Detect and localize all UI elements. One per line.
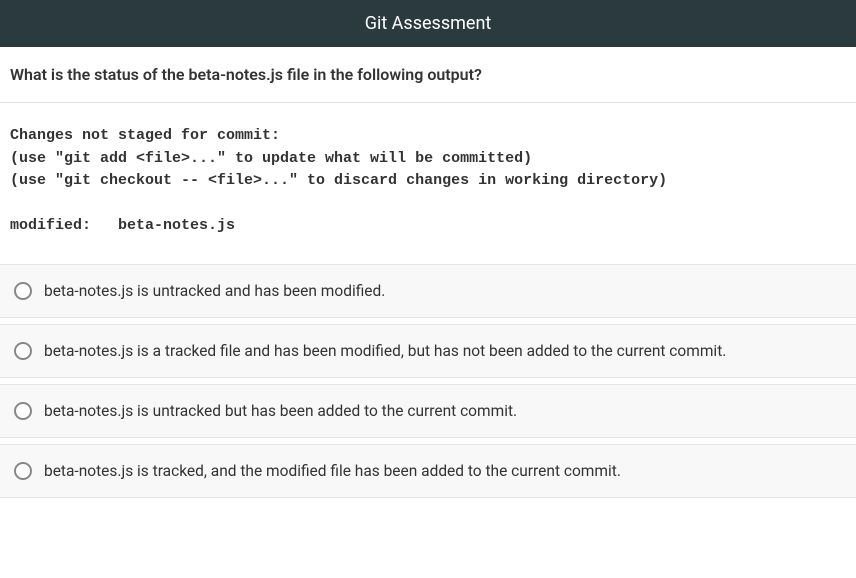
radio-icon xyxy=(14,342,32,360)
option-4[interactable]: beta-notes.js is tracked, and the modifi… xyxy=(0,444,856,498)
radio-icon xyxy=(14,462,32,480)
code-line-2: (use "git add <file>..." to update what … xyxy=(10,150,532,167)
radio-icon xyxy=(14,402,32,420)
assessment-header: Git Assessment xyxy=(0,0,856,47)
code-line-5: modified: beta-notes.js xyxy=(10,217,235,234)
option-2[interactable]: beta-notes.js is a tracked file and has … xyxy=(0,324,856,378)
option-label: beta-notes.js is untracked but has been … xyxy=(44,402,517,420)
code-output: Changes not staged for commit: (use "git… xyxy=(0,103,856,264)
question-prompt: What is the status of the beta-notes.js … xyxy=(0,47,856,103)
code-line-1: Changes not staged for commit: xyxy=(10,127,280,144)
option-label: beta-notes.js is tracked, and the modifi… xyxy=(44,462,621,480)
option-3[interactable]: beta-notes.js is untracked but has been … xyxy=(0,384,856,438)
option-label: beta-notes.js is untracked and has been … xyxy=(44,282,385,300)
answer-options: beta-notes.js is untracked and has been … xyxy=(0,264,856,498)
code-line-3: (use "git checkout -- <file>..." to disc… xyxy=(10,172,667,189)
option-label: beta-notes.js is a tracked file and has … xyxy=(44,342,726,360)
assessment-title: Git Assessment xyxy=(365,13,492,34)
radio-icon xyxy=(14,282,32,300)
option-1[interactable]: beta-notes.js is untracked and has been … xyxy=(0,264,856,318)
